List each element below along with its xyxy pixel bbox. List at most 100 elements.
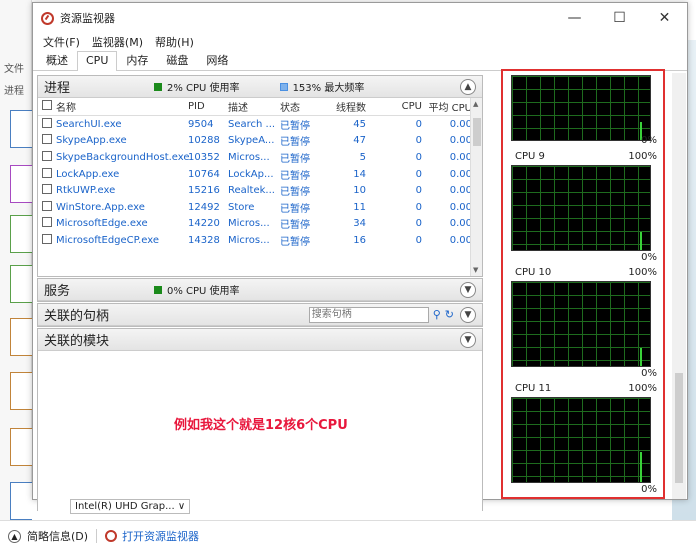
open-resource-monitor-link[interactable]: 打开资源监视器 <box>122 528 199 544</box>
minimize-button[interactable]: — <box>552 3 597 33</box>
cell: MicrosoftEdge.exe <box>56 218 148 230</box>
table-row[interactable]: RtkUWP.exe 15216 Realtek... 已暂停 10 0 0.00 <box>38 182 482 199</box>
table-row[interactable]: SkypeApp.exe 10288 SkypeA... 已暂停 47 0 0.00 <box>38 133 482 150</box>
cpu-usage-stat: 2% CPU 使用率 <box>154 79 240 94</box>
row-checkbox[interactable] <box>42 167 52 178</box>
col-cpu[interactable]: CPU <box>366 101 422 112</box>
title-bar[interactable]: 资源监视器 — ☐ ✕ <box>33 3 687 33</box>
graph-min-label: 0% <box>641 368 657 379</box>
cell: 10764 <box>188 168 220 180</box>
cell: 0 <box>415 118 422 130</box>
row-checkbox[interactable] <box>42 184 52 195</box>
sidebar-thumb[interactable] <box>10 428 32 466</box>
search-icon[interactable]: ⚲ <box>433 308 441 321</box>
tab-memory[interactable]: 内存 <box>117 49 157 70</box>
col-pid[interactable]: PID <box>188 101 228 112</box>
col-status[interactable]: 状态 <box>280 99 326 114</box>
services-section: 服务 0% CPU 使用率 ▼ <box>37 278 483 302</box>
tab-bar: 概述 CPU 内存 磁盘 网络 <box>33 51 687 71</box>
cell: 45 <box>353 118 366 130</box>
annotation-text: 例如我这个就是12核6个CPU <box>174 418 348 433</box>
process-section-header[interactable]: 进程 2% CPU 使用率 153% 最大频率 ▲ <box>38 76 482 98</box>
tab-cpu[interactable]: CPU <box>77 51 118 71</box>
brief-info-link[interactable]: 简略信息(D) <box>27 528 88 544</box>
table-row[interactable]: SkypeBackgroundHost.exe 10352 Micros... 已暂停… <box>38 149 482 166</box>
sidebar-thumb[interactable] <box>10 215 32 253</box>
graph-min-label: 0% <box>641 484 657 495</box>
scroll-down-icon[interactable]: ▼ <box>473 266 478 274</box>
cell: 0.00 <box>449 168 472 180</box>
process-rows: SearchUI.exe 9504 Search ... 已暂停 45 0 0.00 Skyp… <box>38 116 482 249</box>
row-checkbox[interactable] <box>42 233 52 244</box>
green-square-icon <box>154 285 162 294</box>
sidebar-thumb[interactable] <box>10 265 32 303</box>
row-checkbox[interactable] <box>42 150 52 161</box>
sidebar-thumb[interactable] <box>10 372 32 410</box>
chevron-up-icon[interactable]: ▲ <box>8 529 21 543</box>
graph-title-cpu11: CPU 11 <box>515 383 552 394</box>
row-checkbox[interactable] <box>42 117 52 128</box>
row-checkbox[interactable] <box>42 134 52 145</box>
tab-overview[interactable]: 概述 <box>37 49 77 70</box>
graphs-scrollbar[interactable] <box>672 73 686 499</box>
green-square-icon <box>154 82 162 91</box>
cell: 0 <box>415 151 422 163</box>
modules-section-header[interactable]: 关联的模块 ▼ <box>38 329 482 351</box>
services-section-header[interactable]: 服务 0% CPU 使用率 ▼ <box>38 279 482 301</box>
cell: 34 <box>353 218 366 230</box>
expand-chevron-down-icon[interactable]: ▼ <box>460 306 476 323</box>
col-threads[interactable]: 线程数 <box>326 99 366 114</box>
max-frequency-stat: 153% 最大频率 <box>279 79 364 94</box>
close-button[interactable]: ✕ <box>642 3 687 33</box>
sidebar-fragment-process: 进程 <box>4 86 24 97</box>
cell: Realtek... <box>228 185 275 197</box>
select-all-checkbox[interactable] <box>42 100 52 110</box>
cell: SkypeA... <box>228 135 275 147</box>
scroll-up-icon[interactable]: ▲ <box>473 100 478 108</box>
cell: 0 <box>415 218 422 230</box>
table-row[interactable]: SearchUI.exe 9504 Search ... 已暂停 45 0 0.00 <box>38 116 482 133</box>
menu-monitor[interactable]: 监视器(M) <box>86 34 149 50</box>
col-description[interactable]: 描述 <box>228 99 280 114</box>
maximize-button[interactable]: ☐ <box>597 3 642 33</box>
tab-disk[interactable]: 磁盘 <box>157 49 197 70</box>
sidebar-thumb[interactable] <box>10 318 32 356</box>
cell: MicrosoftEdgeCP.exe <box>56 234 160 246</box>
table-row[interactable]: LockApp.exe 10764 LockAp... 已暂停 14 0 0.00 <box>38 166 482 183</box>
cell: LockApp.exe <box>56 168 120 180</box>
process-table: 名称 PID 描述 状态 线程数 CPU 平均 CPU SearchUI.exe… <box>38 98 482 276</box>
search-handles-input[interactable] <box>308 306 429 323</box>
tab-network[interactable]: 网络 <box>197 49 237 70</box>
menu-help[interactable]: 帮助(H) <box>149 34 200 50</box>
table-row[interactable]: WinStore.App.exe 12492 Store 已暂停 11 0 0.00 <box>38 199 482 216</box>
cpu-left-panel: 进程 2% CPU 使用率 153% 最大频率 ▲ 名称 PID 描述 状态 线… <box>37 75 483 511</box>
col-avg-cpu[interactable]: 平均 CPU <box>422 99 472 114</box>
cpu-graph <box>511 75 651 141</box>
table-row[interactable]: MicrosoftEdge.exe 14220 Micros... 已暂停 34 0 0.0… <box>38 216 482 233</box>
cell: 已暂停 <box>280 120 310 132</box>
col-name[interactable]: 名称 <box>52 99 188 114</box>
row-checkbox[interactable] <box>42 200 52 211</box>
gpu-select[interactable]: Intel(R) UHD Grap... ∨ <box>70 499 191 514</box>
window-title: 资源监视器 <box>60 12 115 25</box>
collapse-chevron-up-icon[interactable]: ▲ <box>460 78 476 95</box>
handles-section-title: 关联的句柄 <box>44 309 110 324</box>
sidebar-thumb[interactable] <box>10 165 32 203</box>
cell: LockAp... <box>228 168 274 180</box>
expand-chevron-down-icon[interactable]: ▼ <box>460 281 476 298</box>
footer-bar: ▲ 简略信息(D) 打开资源监视器 <box>8 528 199 544</box>
graph-min-label: 0% <box>641 135 657 146</box>
process-scrollbar[interactable]: ▲ ▼ <box>470 98 482 276</box>
row-checkbox[interactable] <box>42 217 52 228</box>
scroll-thumb[interactable] <box>473 118 481 146</box>
refresh-icon[interactable]: ↻ <box>445 308 454 321</box>
handles-section-header[interactable]: 关联的句柄 ⚲ ↻ ▼ <box>38 304 482 326</box>
cell: 10352 <box>188 151 220 163</box>
sidebar-thumb[interactable] <box>10 482 32 520</box>
menu-file[interactable]: 文件(F) <box>37 34 86 50</box>
scroll-thumb[interactable] <box>675 373 683 483</box>
expand-chevron-down-icon[interactable]: ▼ <box>460 331 476 348</box>
table-row[interactable]: MicrosoftEdgeCP.exe 14328 Micros... 已暂停 16 0 0… <box>38 232 482 249</box>
cell: WinStore.App.exe <box>56 201 145 213</box>
sidebar-thumb[interactable] <box>10 110 32 148</box>
